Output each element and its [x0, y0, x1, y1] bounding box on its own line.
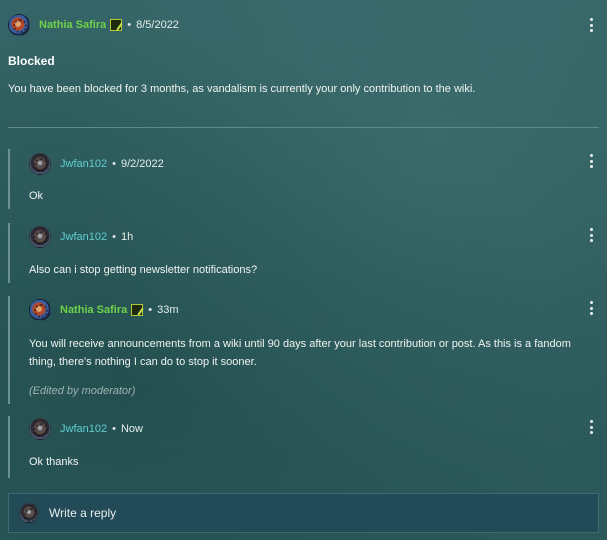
post-body: You have been blocked for 3 months, as v… — [8, 83, 476, 95]
kebab-menu-icon[interactable] — [589, 420, 593, 434]
kebab-menu-icon[interactable] — [589, 301, 593, 315]
divider — [8, 127, 599, 128]
original-post: Nathia Safira • 8/5/2022 Blocked You hav… — [0, 14, 607, 124]
edited-note: (Edited by moderator) — [29, 385, 136, 397]
reply-input[interactable]: Write a reply — [8, 493, 599, 533]
reply-placeholder[interactable]: Write a reply — [49, 506, 116, 520]
reply-body-line: You will receive announcements from a wi… — [29, 338, 571, 350]
reply-author[interactable]: Jwfan102 — [60, 158, 107, 170]
reply-rail — [8, 296, 10, 404]
reply-rail — [8, 416, 10, 478]
reply-author[interactable]: Nathia Safira — [60, 304, 127, 316]
kebab-menu-icon[interactable] — [589, 228, 593, 242]
separator: • — [127, 19, 132, 31]
post-date[interactable]: 8/5/2022 — [136, 19, 179, 31]
moderator-badge-icon — [110, 19, 123, 31]
avatar[interactable] — [8, 14, 30, 36]
post-author[interactable]: Nathia Safira — [39, 19, 106, 31]
avatar[interactable] — [29, 226, 51, 248]
reply-item: Jwfan102 • 9/2/2022 Ok — [8, 149, 599, 209]
separator: • — [112, 158, 116, 170]
kebab-menu-icon[interactable] — [589, 18, 593, 32]
reply-rail — [8, 149, 10, 209]
avatar[interactable] — [29, 418, 51, 440]
reply-body: You will receive announcements from a wi… — [29, 335, 571, 371]
reply-time[interactable]: 1h — [121, 231, 133, 243]
moderator-badge-icon — [131, 304, 144, 316]
reply-item: Jwfan102 • 1h Also can i stop getting ne… — [8, 223, 599, 283]
reply-body-line: thing, there's nothing I can do to stop … — [29, 356, 257, 368]
reply-body: Also can i stop getting newsletter notif… — [29, 264, 258, 276]
reply-body: Ok thanks — [29, 456, 79, 468]
reply-time[interactable]: 9/2/2022 — [121, 158, 164, 170]
separator: • — [112, 423, 116, 435]
avatar[interactable] — [29, 153, 51, 175]
avatar — [19, 503, 39, 523]
separator: • — [112, 231, 116, 243]
reply-rail — [8, 223, 10, 283]
separator: • — [148, 304, 153, 316]
post-title: Blocked — [8, 54, 55, 68]
reply-author[interactable]: Jwfan102 — [60, 423, 107, 435]
reply-body: Ok — [29, 190, 44, 202]
reply-time[interactable]: Now — [121, 423, 143, 435]
avatar[interactable] — [29, 299, 51, 321]
reply-author[interactable]: Jwfan102 — [60, 231, 107, 243]
reply-item: Jwfan102 • Now Ok thanks — [8, 416, 599, 478]
reply-item: Nathia Safira • 33m You will receive ann… — [8, 296, 599, 404]
kebab-menu-icon[interactable] — [589, 154, 593, 168]
reply-time[interactable]: 33m — [157, 304, 178, 316]
